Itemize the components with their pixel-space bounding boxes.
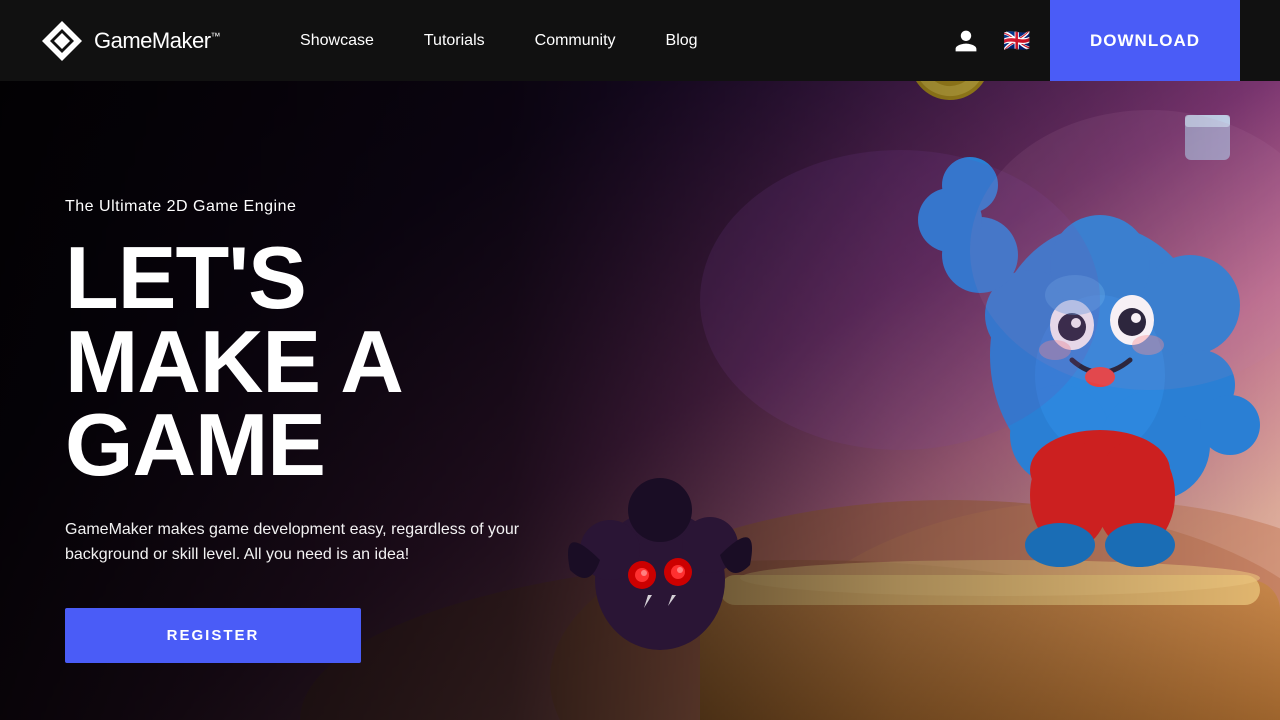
logo-text: GameMaker™ [94, 28, 220, 54]
gamemaker-logo-icon [40, 19, 84, 63]
hero-description: GameMaker makes game development easy, r… [65, 517, 555, 568]
nav-left: GameMaker™ Showcase Tutorials Community … [40, 19, 698, 63]
register-button[interactable]: REGISTER [65, 608, 361, 663]
nav-links: Showcase Tutorials Community Blog [300, 32, 698, 50]
logo-link[interactable]: GameMaker™ [40, 19, 220, 63]
download-button[interactable]: DOWNLOAD [1050, 0, 1240, 81]
hero-subtitle: The Ultimate 2D Game Engine [65, 198, 555, 216]
flag-uk-icon: 🇬🇧 [1003, 28, 1030, 54]
nav-item-tutorials[interactable]: Tutorials [424, 32, 485, 50]
hero-section: GameMaker™ Showcase Tutorials Community … [0, 0, 1280, 720]
navbar: GameMaker™ Showcase Tutorials Community … [0, 0, 1280, 81]
hero-title: LET'S MAKE A GAME [65, 236, 555, 487]
nav-item-blog[interactable]: Blog [666, 32, 698, 50]
hero-content: The Ultimate 2D Game Engine LET'S MAKE A… [0, 81, 620, 720]
nav-item-showcase[interactable]: Showcase [300, 32, 374, 50]
language-selector-button[interactable]: 🇬🇧 [999, 23, 1035, 59]
nav-right: 🇬🇧 DOWNLOAD [948, 0, 1240, 81]
user-account-button[interactable] [948, 23, 984, 59]
user-icon [953, 28, 979, 54]
nav-item-community[interactable]: Community [535, 32, 616, 50]
